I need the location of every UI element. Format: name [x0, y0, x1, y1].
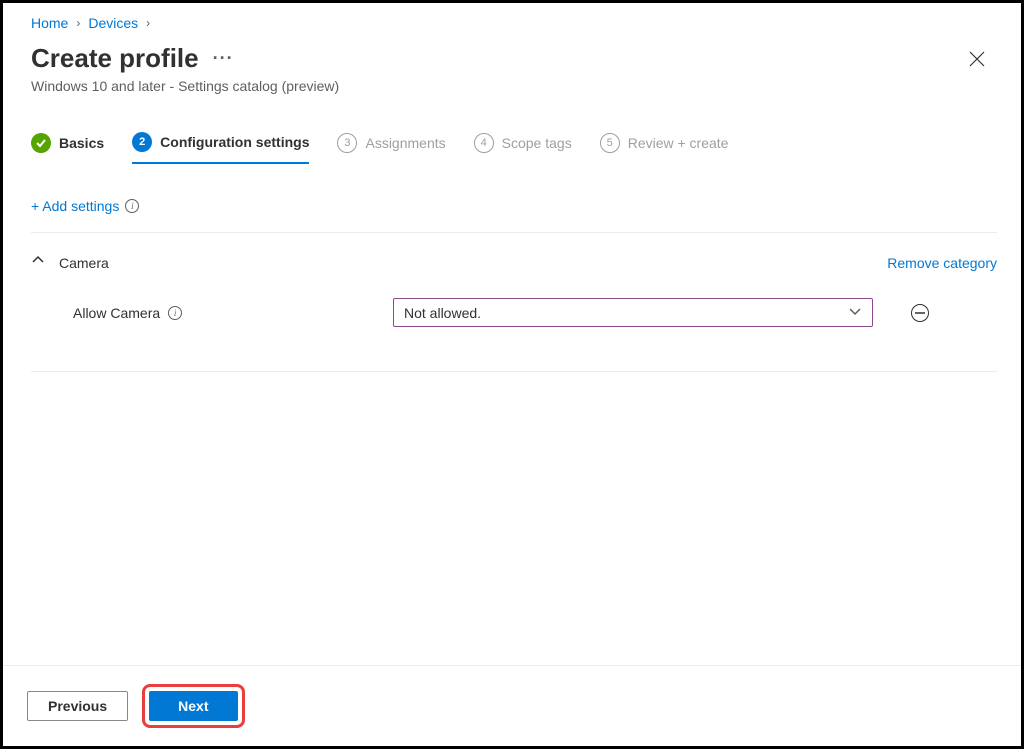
step-number-icon: 5 [600, 133, 620, 153]
add-settings-link[interactable]: + Add settings [31, 198, 119, 214]
collapse-toggle[interactable] [31, 253, 45, 272]
breadcrumb-home[interactable]: Home [31, 15, 68, 31]
step-configuration-settings[interactable]: 2 Configuration settings [132, 132, 309, 164]
step-label: Scope tags [502, 135, 572, 151]
category-title: Camera [59, 255, 109, 271]
allow-camera-select[interactable]: Not allowed. [393, 298, 873, 327]
wizard-steps: Basics 2 Configuration settings 3 Assign… [31, 132, 997, 164]
page-title-text: Create profile [31, 43, 199, 74]
step-label: Configuration settings [160, 134, 309, 150]
next-button[interactable]: Next [149, 691, 237, 721]
setting-label: Allow Camera [73, 305, 160, 321]
chevron-down-icon [848, 304, 862, 321]
page-subtitle: Windows 10 and later - Settings catalog … [31, 78, 339, 94]
chevron-right-icon: › [146, 16, 150, 30]
checkmark-icon [31, 133, 51, 153]
highlight-annotation: Next [142, 684, 244, 728]
setting-row-allow-camera: Allow Camera i Not allowed. [31, 298, 997, 327]
add-settings-row: + Add settings i [31, 198, 997, 214]
page-title: Create profile ··· [31, 43, 339, 74]
chevron-right-icon: › [76, 16, 80, 30]
wizard-footer: Previous Next [3, 665, 1021, 746]
close-button[interactable] [957, 43, 997, 79]
breadcrumb-devices[interactable]: Devices [88, 15, 138, 31]
select-value: Not allowed. [404, 305, 481, 321]
info-icon[interactable]: i [125, 199, 139, 213]
remove-setting-button[interactable] [911, 304, 929, 322]
remove-category-link[interactable]: Remove category [887, 255, 997, 271]
step-label: Assignments [365, 135, 445, 151]
step-basics[interactable]: Basics [31, 133, 104, 163]
step-number-icon: 3 [337, 133, 357, 153]
more-actions-button[interactable]: ··· [213, 48, 234, 69]
step-label: Basics [59, 135, 104, 151]
step-assignments[interactable]: 3 Assignments [337, 133, 445, 163]
step-review-create[interactable]: 5 Review + create [600, 133, 729, 163]
chevron-up-icon [31, 253, 45, 267]
info-icon[interactable]: i [168, 306, 182, 320]
step-number-icon: 4 [474, 133, 494, 153]
step-label: Review + create [628, 135, 729, 151]
close-icon [969, 51, 985, 67]
breadcrumb: Home › Devices › [31, 15, 997, 31]
previous-button[interactable]: Previous [27, 691, 128, 721]
step-number-icon: 2 [132, 132, 152, 152]
minus-circle-icon [915, 312, 925, 314]
category-section-camera: Camera Remove category Allow Camera i No… [31, 232, 997, 372]
step-scope-tags[interactable]: 4 Scope tags [474, 133, 572, 163]
